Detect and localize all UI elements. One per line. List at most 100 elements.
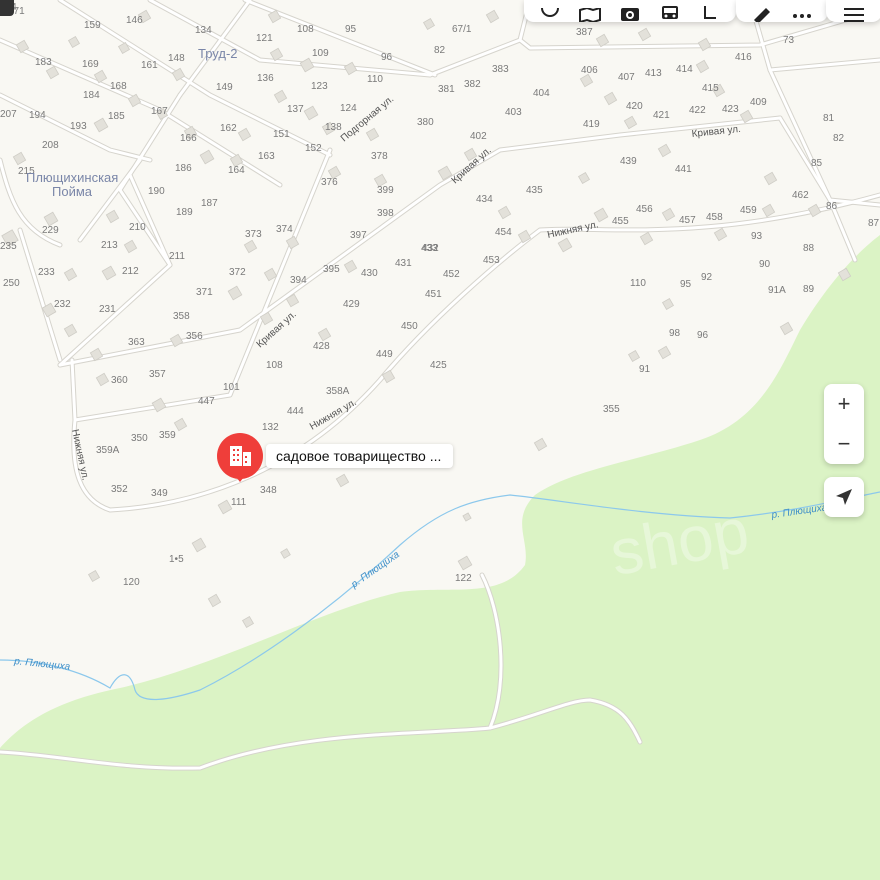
place-label-plyushchikhinskaya: Плющихинская (26, 170, 118, 185)
house-number-label: 372 (229, 267, 246, 278)
house-number-label: 82 (833, 133, 845, 144)
more-icon[interactable] (791, 4, 813, 22)
house-number-label: 403 (505, 107, 522, 118)
house-number-label: 358 (173, 311, 190, 322)
house-number-label: 164 (228, 165, 245, 176)
house-number-label: 111 (231, 497, 247, 508)
house-number-label: 458 (706, 212, 723, 223)
menu-icon[interactable] (843, 4, 865, 22)
house-number-label: 124 (340, 103, 357, 114)
house-number-label: 447 (198, 396, 215, 407)
zoom-out-button[interactable]: − (824, 424, 864, 464)
house-number-label: 404 (533, 88, 550, 99)
house-number-label: 416 (735, 52, 752, 63)
house-number-label: 444 (287, 406, 304, 417)
place-label-poyma: Пойма (52, 184, 93, 199)
house-number-label: 152 (305, 143, 322, 154)
tools-toolbar (736, 0, 828, 22)
house-number-label: 235 (0, 241, 17, 252)
house-number-label: 399 (377, 185, 394, 196)
menu-toolbar (826, 0, 880, 22)
locate-button[interactable] (824, 477, 864, 517)
house-number-label: 349 (151, 488, 168, 499)
poi-label[interactable]: садовое товарищество ... (266, 444, 454, 468)
bus-icon[interactable] (659, 4, 681, 22)
guidebook-icon[interactable] (579, 4, 601, 22)
house-number-label: 233 (38, 267, 55, 278)
house-number-label: 421 (653, 110, 670, 121)
house-number-label: 428 (313, 341, 330, 352)
place-label-trud-2: Труд-2 (198, 46, 238, 61)
house-number-label: 163 (258, 151, 275, 162)
house-number-label: 432 (422, 243, 439, 254)
house-number-label: 441 (675, 164, 692, 175)
house-number-label: 452 (443, 269, 460, 280)
house-number-label: 93 (751, 231, 763, 242)
map-canvas[interactable]: 171159 146134 108 95 67/1183 169 161148121109 9… (0, 0, 880, 880)
house-number-label: 371 (196, 287, 213, 298)
house-number-label: 85 (811, 158, 823, 169)
house-number-label: 96 (697, 330, 709, 341)
house-number-label: 168 (110, 81, 127, 92)
house-number-label: 194 (29, 110, 46, 121)
house-number-label: 382 (464, 79, 481, 90)
house-number-label: 109 (312, 48, 329, 59)
house-number-label: 409 (750, 97, 767, 108)
house-number-label: 359 (159, 430, 176, 441)
house-number-label: 459 (740, 205, 757, 216)
house-number-label: 420 (626, 101, 643, 112)
house-number-label: 208 (42, 140, 59, 151)
copy-icon[interactable] (699, 4, 721, 22)
house-number-label: 453 (483, 255, 500, 266)
house-number-label: 422 (689, 105, 706, 116)
house-number-label: 89 (803, 284, 815, 295)
house-number-label: 352 (111, 484, 128, 495)
house-number-label: 193 (70, 121, 87, 132)
house-number-label: 359А (96, 445, 120, 456)
house-number-label: 373 (245, 229, 262, 240)
house-number-label: 229 (42, 225, 59, 236)
house-number-label: 210 (129, 222, 146, 233)
house-number-label: 183 (35, 57, 52, 68)
house-number-label: 435 (526, 185, 543, 196)
house-number-label: 363 (128, 337, 145, 348)
house-number-label: 212 (122, 266, 139, 277)
house-number-label: 374 (276, 224, 293, 235)
house-number-label: 90 (759, 259, 771, 270)
house-number-label: 136 (257, 73, 274, 84)
house-number-label: 137 (287, 104, 304, 115)
house-number-label: 398 (377, 208, 394, 219)
house-number-label: 431 (395, 258, 412, 269)
house-number-label: 134 (195, 25, 212, 36)
house-number-label: 462 (792, 190, 809, 201)
house-number-label: 383 (492, 64, 509, 75)
house-number-label: 419 (583, 119, 600, 130)
house-number-label: 387 (576, 27, 593, 38)
house-number-label: 358А (326, 386, 350, 397)
house-number-label: 451 (425, 289, 442, 300)
house-number-label: 159 (84, 20, 101, 31)
house-number-label: 455 (612, 216, 629, 227)
house-number-label: 207 (0, 109, 17, 120)
house-number-label: 169 (82, 59, 99, 70)
camera-icon[interactable] (619, 4, 641, 22)
house-number-label: 187 (201, 198, 218, 209)
house-number-label: 166 (180, 133, 197, 144)
house-number-label: 232 (54, 299, 71, 310)
house-number-label: 123 (311, 81, 328, 92)
house-number-label: 148 (168, 53, 185, 64)
ruler-icon[interactable] (751, 4, 773, 22)
house-number-label: 429 (343, 299, 360, 310)
zoom-in-button[interactable]: + (824, 384, 864, 424)
layers-icon[interactable] (539, 4, 561, 22)
house-number-label: 110 (367, 74, 383, 85)
house-number-label: 406 (581, 65, 598, 76)
house-number-label: 185 (108, 111, 125, 122)
house-number-label: 414 (676, 64, 693, 75)
house-number-label: 96 (381, 52, 393, 63)
house-number-label: 430 (361, 268, 378, 279)
house-number-label: 122 (455, 573, 472, 584)
house-number-label: 132 (262, 422, 279, 433)
zoom-control: + − (824, 384, 864, 464)
house-number-label: 108 (297, 24, 314, 35)
